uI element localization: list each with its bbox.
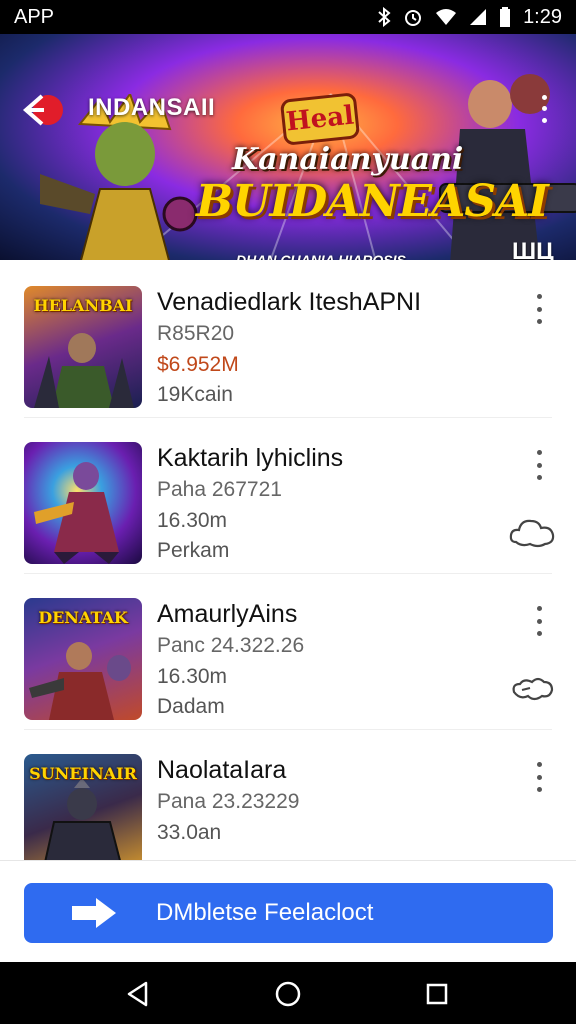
app-title: NaolataIara <box>157 756 287 784</box>
wifi-icon <box>436 9 457 25</box>
list-item[interactable]: HELANBAI Venadiedlark IteshAPNI R85R20 $… <box>0 262 576 418</box>
app-thumbnail: DENATAK <box>24 598 142 720</box>
hero-banner: INDANSAII Heal Kanaianyuani BUIDANEASAI … <box>0 34 576 260</box>
back-arrow-icon <box>22 94 63 126</box>
app-meta-line1: Paha 267721 <box>157 478 282 501</box>
signal-icon <box>470 9 487 25</box>
list-item[interactable]: SUNEINAIR NaolataIara Pana 23.23229 33.0… <box>0 730 576 860</box>
app-meta-line1: Pana 23.23229 <box>157 790 300 813</box>
more-vert-icon[interactable] <box>534 92 554 126</box>
item-more-icon[interactable] <box>528 294 550 324</box>
download-button[interactable]: DMbletse Feelacloct <box>24 883 553 943</box>
app-meta-line3: Perkam <box>157 539 230 562</box>
app-thumbnail-label: SUNEINAIR <box>29 764 137 783</box>
app-meta-line2: 33.0an <box>157 821 222 844</box>
app-meta-line1: R85R20 <box>157 322 235 345</box>
page-title: INDANSAII <box>88 94 216 121</box>
app-meta-line3: 19Kcain <box>157 383 233 406</box>
app-title: Venadiedlark IteshAPNI <box>157 288 422 316</box>
status-app-label: APP <box>14 5 55 28</box>
download-button-label: DMbletse Feelacloct <box>156 899 374 926</box>
nav-home-icon[interactable] <box>272 978 304 1010</box>
list-item[interactable]: Kaktarih lyhiclins Paha 267721 16.30m Pe… <box>0 418 576 574</box>
banner-headline-line2: BUIDANEASAI <box>196 176 549 227</box>
app-meta-line2: 16.30m <box>157 665 228 688</box>
banner-tagline: DHAN CUANIA HIAROSIS. <box>236 252 410 260</box>
alarm-icon <box>405 10 422 26</box>
banner-headline-line1: Kanaianyuani <box>232 142 464 177</box>
app-meta-line3: Dadam <box>157 695 225 718</box>
app-thumbnail: SUNEINAIR <box>24 754 142 860</box>
bottom-action-panel: DMbletse Feelacloct <box>0 860 576 962</box>
app-title: Kaktarih lyhiclins <box>157 444 344 472</box>
battery-icon <box>500 7 511 27</box>
nav-recents-icon[interactable] <box>421 978 453 1010</box>
bluetooth-icon <box>378 7 391 27</box>
list-item[interactable]: DENATAK AmaurlyAins Panc 24.322.26 16.30… <box>0 574 576 730</box>
app-thumbnail: HELANBAI <box>24 286 142 408</box>
app-price: $6.952M <box>157 353 239 376</box>
app-list: HELANBAI Venadiedlark IteshAPNI R85R20 $… <box>0 262 576 860</box>
app-meta-line1: Panc 24.322.26 <box>157 634 305 657</box>
app-title: AmaurlyAins <box>157 600 298 628</box>
app-thumbnail <box>24 442 142 564</box>
banner-corner-mark: ШЦ <box>512 238 554 260</box>
item-more-icon[interactable] <box>528 450 550 480</box>
app-thumbnail-label: DENATAK <box>38 608 128 627</box>
cloud-outline-icon[interactable] <box>508 670 556 706</box>
arrow-right-icon <box>72 898 116 928</box>
app-meta-line2: 16.30m <box>157 509 228 532</box>
item-more-icon[interactable] <box>528 606 550 636</box>
cloud-icon[interactable] <box>508 514 556 550</box>
status-time: 1:29 <box>523 5 562 28</box>
item-more-icon[interactable] <box>528 762 550 792</box>
game-logo-badge: Heal <box>279 92 361 146</box>
nav-back-icon[interactable] <box>122 978 154 1010</box>
status-bar: APP 1:29 <box>0 0 576 34</box>
status-icons: 1:29 <box>377 6 562 29</box>
back-button[interactable] <box>22 90 66 130</box>
system-nav-bar <box>0 962 576 1024</box>
app-thumbnail-label: HELANBAI <box>33 296 133 315</box>
